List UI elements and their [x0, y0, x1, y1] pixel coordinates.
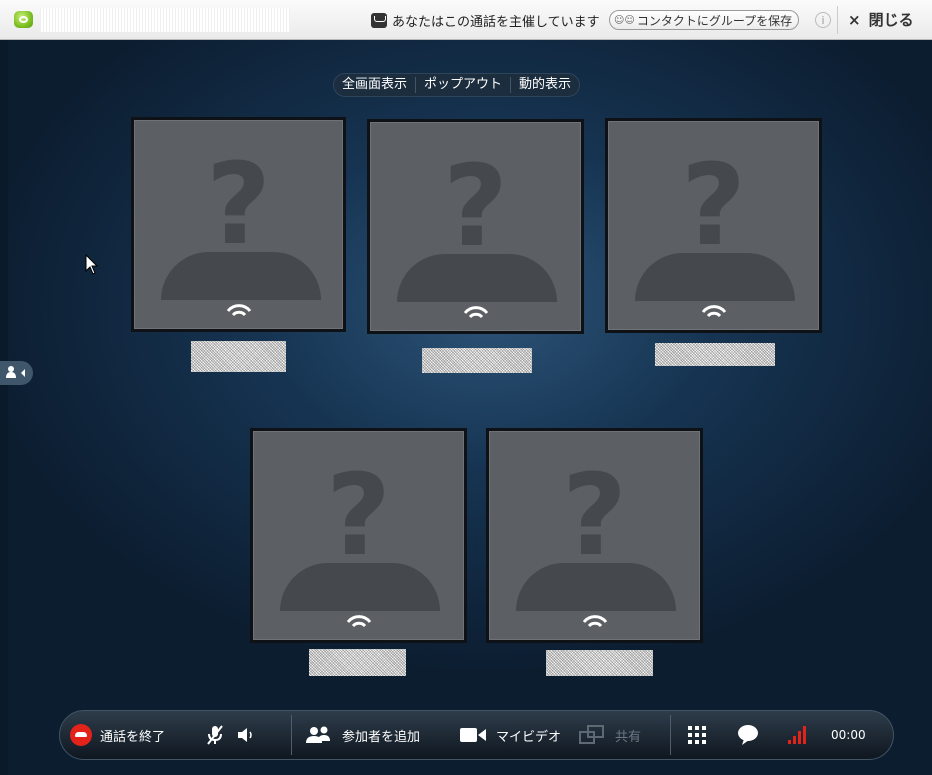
avatar-silhouette-icon — [397, 254, 557, 302]
participant-name — [655, 343, 775, 366]
close-button[interactable]: × 閉じる — [848, 9, 914, 30]
participant-name — [546, 650, 653, 676]
participant-name — [422, 348, 532, 373]
call-timer: 00:00 — [831, 728, 866, 742]
add-people-icon — [306, 726, 330, 743]
microphone-muted-icon — [207, 725, 223, 745]
skype-logo-icon — [14, 11, 33, 28]
add-participant-label: 参加者を追加 — [342, 729, 421, 745]
participant-video: ? — [370, 122, 581, 331]
question-mark-icon: ? — [326, 451, 391, 581]
chat-bubble-icon — [738, 725, 758, 745]
connection-signal-icon — [701, 305, 726, 318]
add-participant-button[interactable]: 参加者を追加 — [306, 711, 420, 759]
call-quality-button[interactable] — [788, 711, 808, 759]
avatar-silhouette-icon — [635, 253, 795, 301]
toolbar-divider — [670, 715, 671, 755]
participant-video: ? — [489, 431, 700, 640]
share-label: 共有 — [615, 729, 642, 745]
participant-tile[interactable]: ? — [131, 117, 346, 332]
call-title-field — [40, 8, 290, 32]
dynamic-view-button[interactable]: 動的表示 — [511, 74, 579, 96]
question-mark-icon: ? — [206, 140, 271, 270]
video-camera-icon — [460, 728, 486, 742]
fullscreen-button[interactable]: 全画面表示 — [334, 74, 415, 96]
toolbar-divider — [291, 715, 292, 755]
group-icon: ☺☺ — [614, 15, 635, 26]
avatar-silhouette-icon — [280, 563, 440, 611]
participant-video: ? — [253, 431, 464, 640]
mute-button[interactable] — [205, 711, 225, 759]
close-icon: × — [848, 11, 861, 29]
connection-signal-icon — [463, 306, 488, 319]
my-video-label: マイビデオ — [496, 729, 562, 745]
show-participants-tab[interactable] — [0, 361, 33, 385]
chat-button[interactable] — [737, 711, 759, 759]
participant-video: ? — [134, 120, 343, 329]
info-icon[interactable]: i — [815, 12, 831, 28]
share-button[interactable]: 共有 — [579, 711, 641, 759]
call-stage: 全画面表示 ポップアウト 動的表示 ? ? ? ? ? — [8, 40, 932, 775]
avatar-silhouette-icon — [161, 252, 321, 300]
participant-tile[interactable]: ? — [605, 118, 822, 333]
call-controls-bar: 通話を終了 参加者を追加 マイビデオ 共有 00:00 — [59, 710, 894, 760]
dialpad-button[interactable] — [688, 711, 706, 759]
host-icon — [371, 13, 387, 28]
save-group-button[interactable]: ☺☺ コンタクトにグループを保存 — [609, 10, 800, 30]
my-video-button[interactable]: マイビデオ — [460, 711, 561, 759]
participant-name — [191, 341, 286, 372]
connection-signal-icon — [582, 615, 607, 628]
save-group-label: コンタクトにグループを保存 — [636, 14, 793, 28]
question-mark-icon: ? — [681, 141, 746, 271]
participant-tile[interactable]: ? — [250, 428, 467, 643]
question-mark-icon: ? — [562, 451, 627, 581]
avatar-silhouette-icon — [516, 563, 676, 611]
person-icon — [6, 366, 16, 378]
participant-tile[interactable]: ? — [367, 119, 584, 334]
question-mark-icon: ? — [443, 142, 508, 272]
screen-share-icon — [579, 725, 604, 744]
connection-signal-icon — [226, 304, 251, 317]
participant-tile[interactable]: ? — [486, 428, 703, 643]
chevron-left-icon — [21, 369, 25, 377]
signal-bars-icon — [788, 726, 806, 744]
popout-button[interactable]: ポップアウト — [416, 74, 510, 96]
speaker-button[interactable] — [236, 711, 256, 759]
connection-signal-icon — [346, 615, 371, 628]
end-call-button[interactable]: 通話を終了 — [70, 711, 165, 759]
hosting-message: あなたはこの通話を主催しています — [392, 15, 600, 30]
view-menu: 全画面表示 ポップアウト 動的表示 — [333, 73, 581, 97]
dialpad-icon — [688, 726, 706, 744]
close-label: 閉じる — [868, 11, 914, 29]
end-call-label: 通話を終了 — [100, 729, 166, 745]
mouse-cursor-icon — [85, 254, 99, 275]
toolbar-divider — [837, 6, 838, 34]
participant-video: ? — [608, 121, 819, 330]
hang-up-icon — [70, 724, 92, 746]
window-titlebar: あなたはこの通話を主催しています ☺☺ コンタクトにグループを保存 i × 閉じる — [0, 0, 932, 40]
participant-name — [309, 649, 406, 676]
speaker-icon — [238, 728, 252, 742]
